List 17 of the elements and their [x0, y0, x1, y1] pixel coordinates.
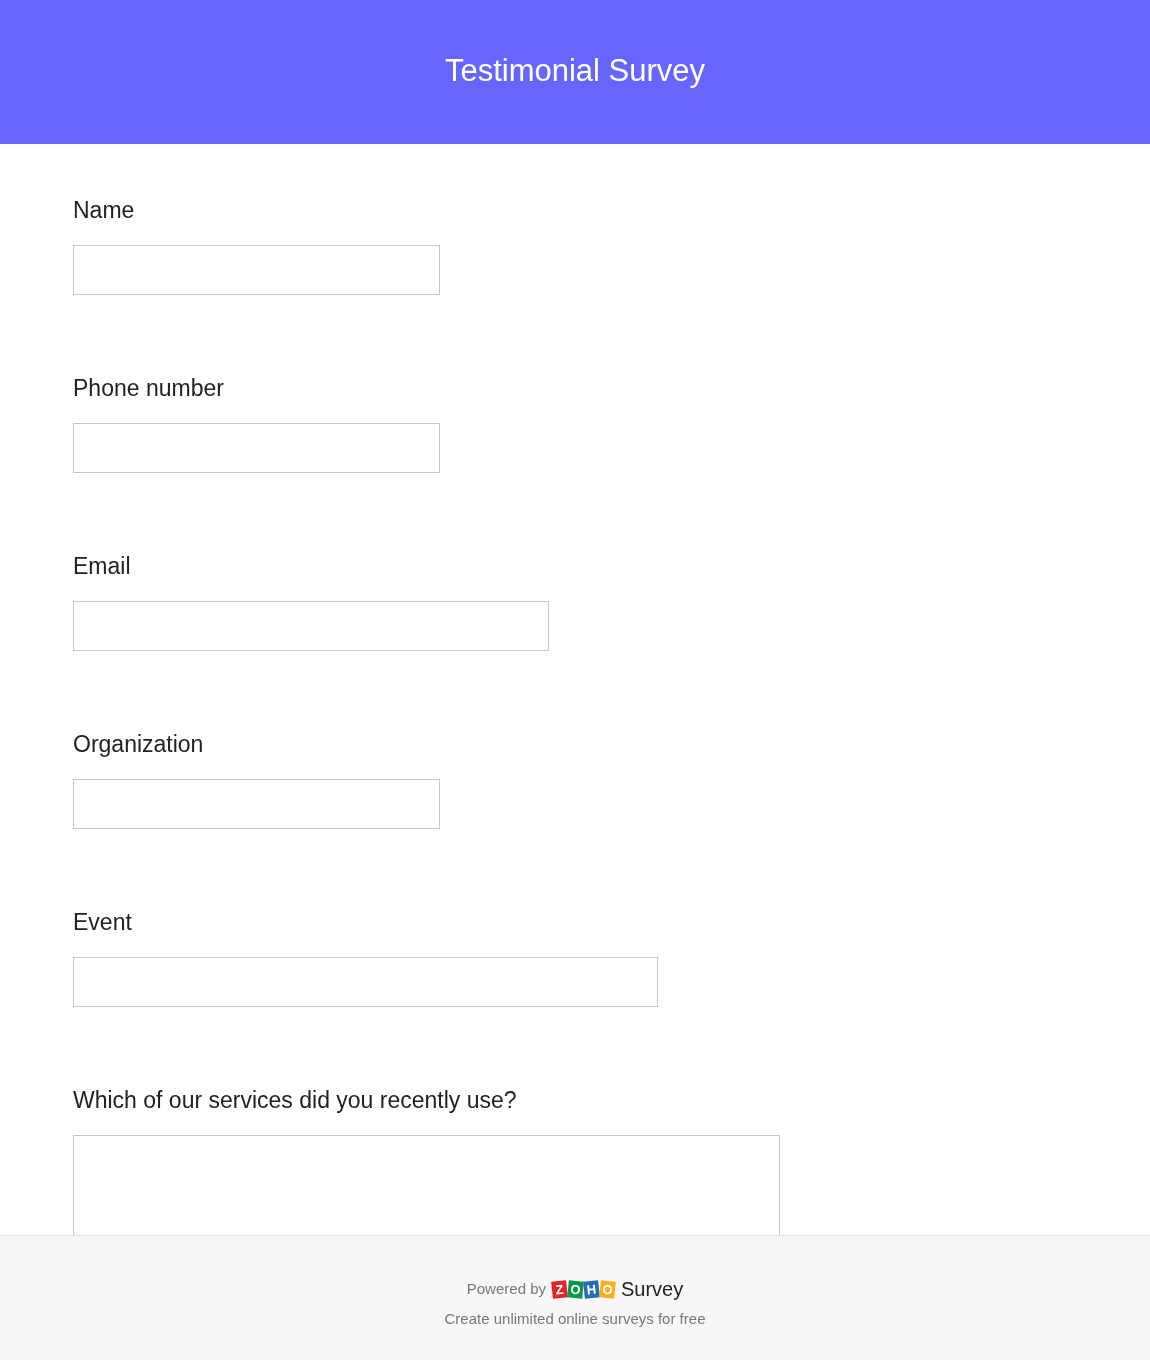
question-label: Name: [73, 197, 136, 223]
input-field[interactable]: [73, 957, 658, 1007]
question-label: Phone number: [73, 375, 225, 401]
question-label: Organization: [73, 731, 205, 757]
question-label: Email: [73, 553, 132, 579]
tagline-link[interactable]: Create unlimited online surveys for free: [444, 1308, 706, 1331]
input-field[interactable]: [73, 601, 549, 651]
powered-by-text: Powered by: [466, 1278, 546, 1299]
product-name: Survey: [621, 1277, 684, 1302]
input-field[interactable]: [73, 245, 440, 295]
zoho-logo[interactable]: Z O H O: [552, 1280, 615, 1298]
question-label: Event: [73, 909, 133, 935]
survey-title: Testimonial Survey: [444, 54, 706, 90]
input-field[interactable]: [73, 423, 440, 473]
text-area[interactable]: [73, 1135, 780, 1235]
input-field[interactable]: [73, 779, 440, 829]
question-label: Which of our services did you recently use?: [73, 1087, 518, 1113]
